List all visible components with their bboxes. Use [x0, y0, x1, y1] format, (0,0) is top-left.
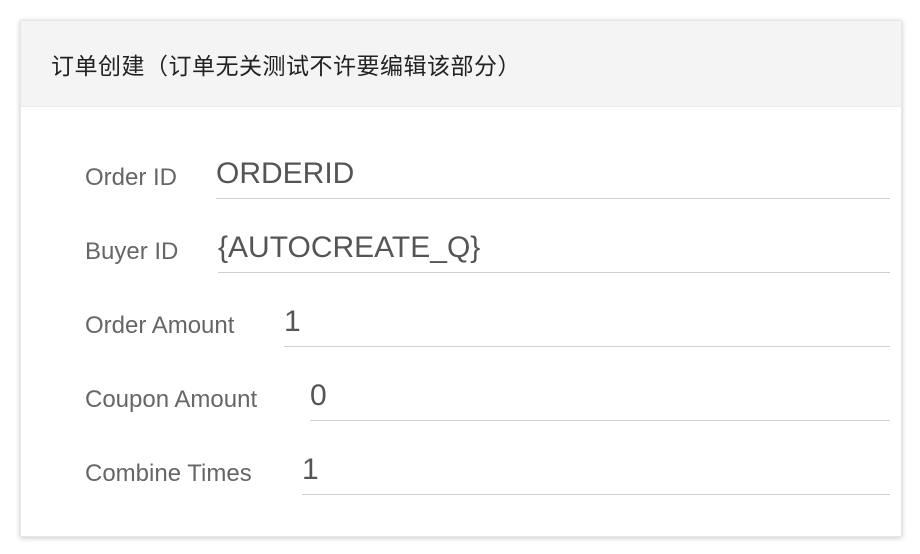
combine-times-label: Combine Times [85, 460, 252, 487]
coupon-amount-input[interactable] [310, 371, 890, 421]
coupon-amount-label: Coupon Amount [85, 386, 258, 413]
order-amount-input[interactable] [284, 297, 890, 347]
buyer-id-label: Buyer ID [85, 238, 179, 265]
order-id-input[interactable] [216, 149, 890, 199]
buyer-id-input[interactable] [218, 223, 890, 273]
combine-times-row: Combine Times [21, 445, 901, 534]
combine-times-input[interactable] [302, 445, 890, 495]
order-create-panel: 订单创建（订单无关测试不许要编辑该部分） Order ID Buyer ID O… [20, 20, 902, 537]
panel-header: 订单创建（订单无关测试不许要编辑该部分） [21, 21, 901, 107]
order-id-label: Order ID [85, 164, 178, 191]
order-amount-label: Order Amount [85, 312, 235, 339]
panel-title: 订单创建（订单无关测试不许要编辑该部分） [51, 53, 521, 80]
